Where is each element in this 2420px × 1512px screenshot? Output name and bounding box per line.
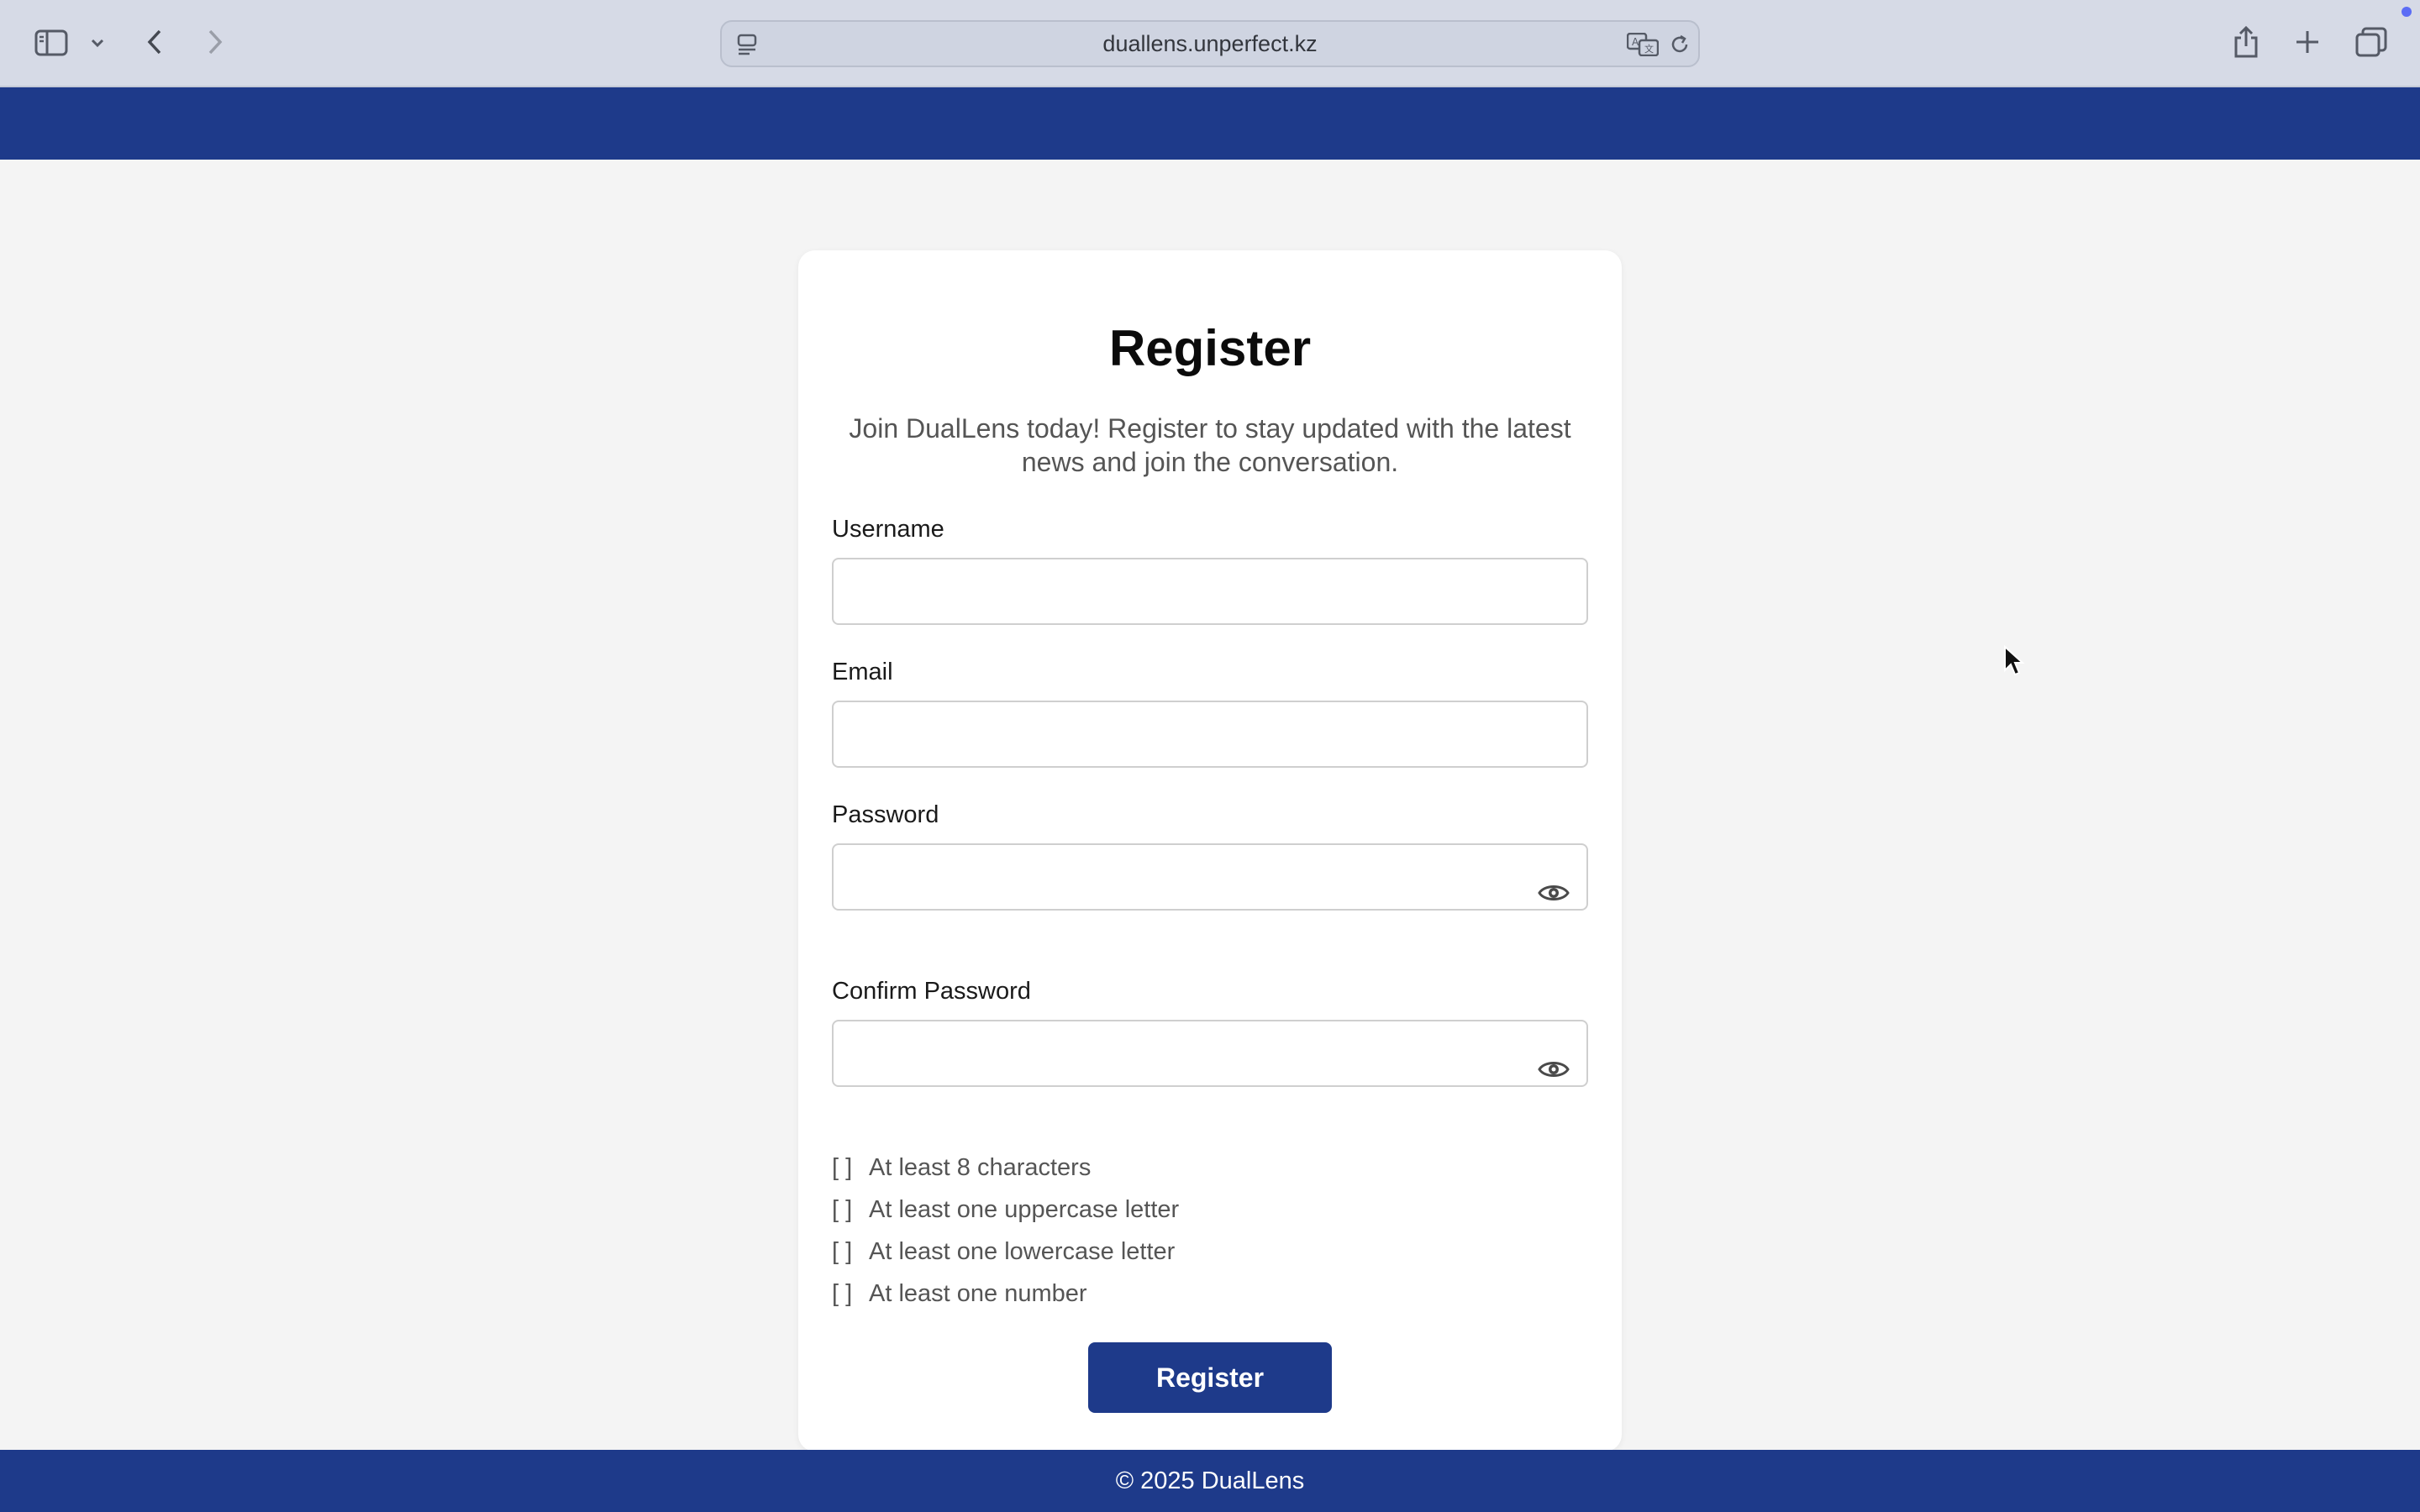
requirement-text: At least one number	[869, 1280, 1087, 1307]
requirement-item: [ ] At least one number	[832, 1280, 1087, 1308]
cursor-icon	[2004, 644, 2025, 676]
email-input[interactable]	[832, 701, 1588, 768]
notification-dot	[2402, 7, 2412, 17]
site-footer: © 2025 DualLens	[0, 1450, 2420, 1512]
svg-text:文: 文	[1644, 43, 1654, 55]
browser-toolbar: duallens.unperfect.kz A文	[0, 0, 2420, 87]
username-input[interactable]	[832, 558, 1588, 625]
back-icon	[147, 29, 161, 55]
tabs-overview-button[interactable]	[2354, 25, 2388, 59]
translate-button[interactable]: A文	[1626, 32, 1660, 57]
chevron-down-icon	[91, 39, 104, 48]
requirement-item: [ ] At least one uppercase letter	[832, 1196, 1179, 1224]
site-navbar	[0, 87, 2420, 160]
requirement-text: At least 8 characters	[869, 1154, 1092, 1181]
svg-text:A: A	[1632, 36, 1639, 48]
username-label: Username	[832, 516, 944, 543]
register-card: Register Join DualLens today! Register t…	[798, 250, 1622, 1452]
reload-button[interactable]	[1666, 32, 1693, 57]
forward-icon	[208, 29, 223, 55]
requirement-checkbox: [ ]	[832, 1238, 853, 1265]
page-title: Register	[1108, 320, 1312, 376]
tabs-overview-icon	[2355, 27, 2387, 57]
footer-copyright: © 2025 DualLens	[1115, 1467, 1305, 1494]
translate-icon: A文	[1627, 33, 1659, 56]
password-label: Password	[832, 801, 939, 828]
sidebar-toggle-button[interactable]	[32, 27, 71, 59]
requirement-text: At least one lowercase letter	[869, 1238, 1176, 1265]
new-tab-icon	[2296, 31, 2318, 53]
share-button[interactable]	[2230, 24, 2262, 60]
new-tab-button[interactable]	[2292, 27, 2323, 57]
requirement-item: [ ] At least 8 characters	[832, 1154, 1091, 1182]
password-visibility-toggle[interactable]	[1538, 882, 1570, 904]
requirement-checkbox: [ ]	[832, 1280, 853, 1307]
confirm-password-label: Confirm Password	[832, 978, 1031, 1005]
reload-icon	[1671, 34, 1688, 53]
page-subtitle: Join DualLens today! Register to stay up…	[849, 413, 1571, 477]
forward-button[interactable]	[202, 25, 229, 59]
eye-icon	[1538, 1062, 1570, 1077]
back-button[interactable]	[141, 25, 168, 59]
requirement-item: [ ] At least one lowercase letter	[832, 1238, 1175, 1266]
address-bar[interactable]: duallens.unperfect.kz A文	[720, 20, 1700, 67]
email-label: Email	[832, 659, 893, 685]
requirement-text: At least one uppercase letter	[869, 1196, 1180, 1223]
confirm-password-visibility-toggle[interactable]	[1538, 1058, 1570, 1080]
sidebar-icon	[34, 29, 68, 56]
mouse-cursor	[2003, 644, 2025, 681]
sidebar-menu-button[interactable]	[87, 34, 108, 52]
url-text[interactable]: duallens.unperfect.kz	[722, 22, 1698, 66]
confirm-password-input[interactable]	[832, 1020, 1588, 1087]
eye-icon	[1538, 885, 1570, 900]
share-icon	[2234, 25, 2258, 58]
register-button[interactable]: Register	[1088, 1342, 1332, 1413]
requirement-checkbox: [ ]	[832, 1154, 853, 1181]
password-input[interactable]	[832, 843, 1588, 911]
requirement-checkbox: [ ]	[832, 1196, 853, 1223]
